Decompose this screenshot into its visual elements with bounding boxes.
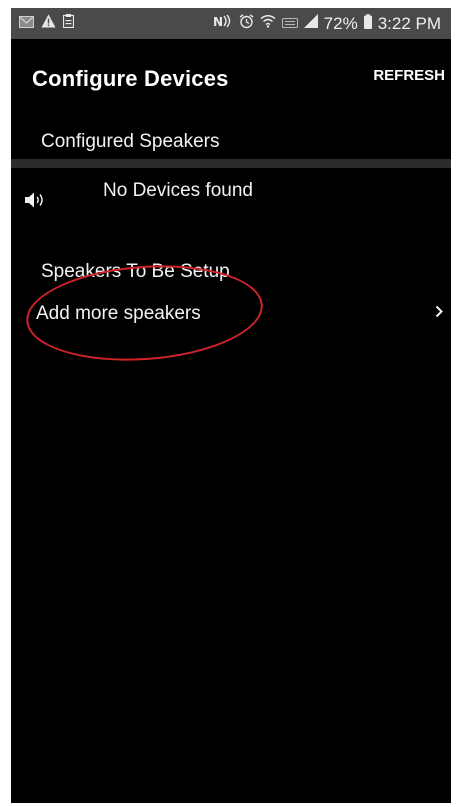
speaker-icon [24,191,46,214]
status-time: 3:22 PM [377,13,441,33]
status-bar: N 72% 3:22 PM [11,8,451,39]
signal-icon [303,14,318,33]
no-devices-message: No Devices found [103,180,253,201]
alarm-icon [239,13,254,34]
battery-percentage: 72% [323,13,358,33]
configured-speakers-header: Configured Speakers [41,131,220,152]
add-more-speakers-row[interactable]: Add more speakers [11,295,451,335]
chevron-right-icon [435,305,443,323]
refresh-button[interactable]: REFRESH [373,67,445,84]
volte-icon [281,15,298,33]
section-divider [11,159,451,168]
clipboard-icon [62,14,75,33]
wifi-icon [260,14,276,33]
warning-icon [41,14,56,33]
speakers-to-be-setup-header: Speakers To Be Setup [41,261,230,282]
nfc-icon: N [213,14,233,33]
status-bar-left [11,14,75,33]
battery-icon [363,13,372,34]
add-more-speakers-label: Add more speakers [36,303,201,324]
status-bar-right: N 72% 3:22 PM [213,13,451,34]
mail-icon [19,15,34,33]
page-title: Configure Devices [32,66,229,91]
phone-screen: N 72% 3:22 PM Configure Devices REFRESH … [11,8,451,803]
svg-text:N: N [213,15,223,28]
